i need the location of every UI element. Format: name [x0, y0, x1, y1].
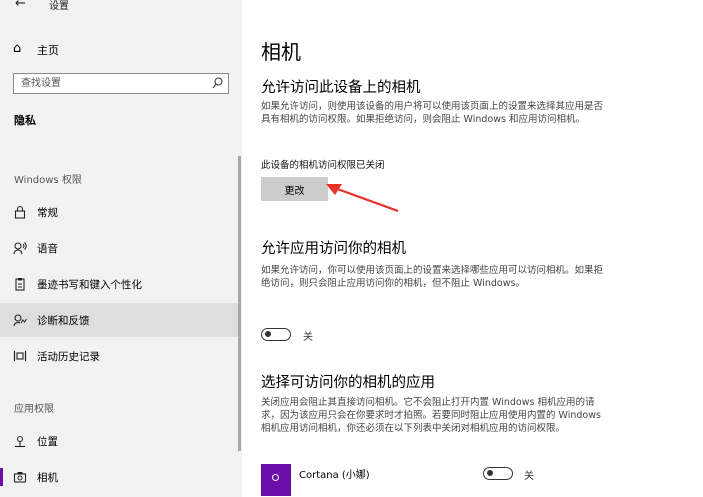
camera-icon	[13, 472, 27, 483]
annotation-arrow-icon	[326, 184, 399, 213]
sidebar-item-label: 墨迹书写和键入个性化	[37, 279, 142, 291]
sidebar-item-label: 常规	[37, 207, 58, 219]
sidebar-item-diagnostics[interactable]: 诊断和反馈	[0, 303, 240, 337]
sidebar-item-activity-history[interactable]: 活动历史记录	[0, 339, 240, 373]
back-arrow-icon[interactable]: ←	[15, 0, 26, 11]
sidebar-scrollbar[interactable]	[238, 156, 241, 451]
nav-home[interactable]: ⌂ 主页	[13, 41, 233, 59]
selection-indicator	[0, 468, 3, 486]
search-icon[interactable]	[212, 77, 223, 89]
search-box[interactable]	[13, 73, 229, 94]
app-access-toggle-label: 关	[303, 332, 313, 343]
sidebar-item-speech[interactable]: 语音	[0, 231, 240, 265]
toggle-knob	[265, 331, 271, 337]
app-access-description: 如果允许访问，你可以使用该页面上的设置来选择哪些应用可以访问相机。如果拒绝访问，…	[261, 265, 604, 289]
app-name: Cortana (小娜)	[299, 470, 370, 481]
device-access-heading: 允许访问此设备上的相机	[261, 80, 421, 96]
cortana-app-icon	[261, 464, 291, 496]
toggle-knob	[487, 470, 493, 476]
sidebar-item-inking[interactable]: 墨迹书写和键入个性化	[0, 267, 240, 301]
location-icon	[15, 435, 25, 448]
sidebar-item-general[interactable]: 常规	[0, 195, 240, 229]
device-access-description: 如果允许访问，则使用该设备的用户将可以使用该页面上的设置来选择其应用是否具有相机…	[261, 101, 604, 125]
device-access-status: 此设备的相机访问权限已关闭	[261, 160, 385, 171]
home-icon: ⌂	[13, 41, 22, 56]
diagnostics-icon	[13, 314, 27, 327]
sidebar-item-label: 相机	[37, 472, 58, 484]
search-input[interactable]	[21, 77, 201, 90]
sidebar: ← 设置 ⌂ 主页 隐私 Windows 权限 常规 语音	[0, 0, 242, 497]
group-label-windows-permissions: Windows 权限	[14, 175, 82, 186]
sidebar-item-camera[interactable]: 相机	[0, 460, 240, 494]
choose-apps-heading: 选择可访问你的相机的应用	[261, 375, 435, 391]
cortana-toggle[interactable]	[483, 467, 513, 480]
change-button[interactable]: 更改	[261, 177, 328, 201]
sidebar-item-label: 诊断和反馈	[37, 315, 90, 327]
page-title: 相机	[261, 40, 301, 64]
group-label-app-permissions: 应用权限	[14, 404, 54, 415]
choose-apps-description: 关闭应用会阻止其直接访问相机。它不会阻止打开内置 Windows 相机应用的请求…	[261, 397, 601, 434]
window-title: 设置	[49, 1, 69, 12]
sidebar-item-location[interactable]: 位置	[0, 424, 240, 458]
cortana-toggle-label: 关	[524, 471, 534, 482]
title-bar: ← 设置	[0, 0, 242, 16]
sidebar-item-label: 活动历史记录	[37, 351, 100, 363]
lock-icon	[14, 205, 26, 219]
section-title: 隐私	[14, 114, 36, 127]
nav-home-label: 主页	[37, 44, 59, 57]
speech-icon	[13, 242, 27, 255]
history-icon	[13, 351, 27, 361]
app-access-heading: 允许应用访问你的相机	[261, 241, 406, 257]
sidebar-item-label: 语音	[37, 243, 58, 255]
app-access-toggle[interactable]	[261, 328, 291, 341]
clipboard-icon	[15, 278, 25, 291]
sidebar-item-label: 位置	[37, 436, 58, 448]
